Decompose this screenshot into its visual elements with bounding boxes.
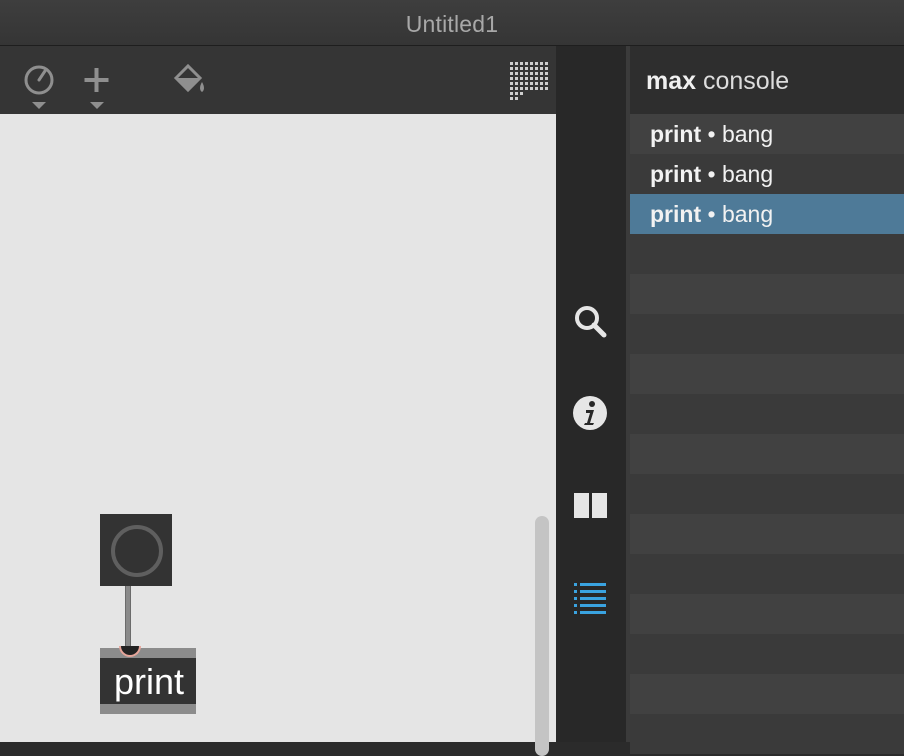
console-empty-row (630, 554, 904, 594)
window-title: Untitled1 (405, 11, 499, 37)
console-empty-row (630, 354, 904, 394)
add-object-icon[interactable] (80, 66, 114, 117)
title-bar: Untitled1 (0, 0, 904, 46)
bang-button-object[interactable] (100, 514, 172, 586)
message-source: print (650, 121, 702, 147)
split-view-icon[interactable] (571, 488, 611, 529)
patch-cord[interactable] (125, 586, 131, 648)
presentation-dial-icon[interactable] (20, 64, 58, 117)
console-empty-row (630, 594, 904, 634)
patcher-canvas[interactable]: print (0, 114, 556, 756)
console-list-icon[interactable] (571, 580, 611, 621)
grid-icon[interactable] (510, 62, 550, 107)
console-empty-row (630, 634, 904, 674)
console-empty-row (630, 674, 904, 714)
console-empty-row (630, 474, 904, 514)
console-empty-row (630, 514, 904, 554)
vertical-scrollbar[interactable] (535, 516, 549, 756)
console-empty-row (630, 394, 904, 434)
object-inlet-bar (100, 648, 196, 658)
print-object[interactable]: print (100, 646, 196, 714)
message-separator: • (701, 121, 722, 147)
object-label: print (114, 661, 185, 702)
message-text: bang (721, 121, 774, 147)
right-sidebar-toolbar (556, 46, 626, 742)
console-message-row[interactable]: print • bang (630, 114, 904, 154)
message-text: bang (721, 161, 774, 187)
console-title-rest: console (696, 67, 790, 95)
paint-bucket-icon[interactable] (172, 63, 208, 103)
message-separator: • (701, 161, 722, 187)
console-message-list[interactable]: print • bang print • bang print • bang (630, 114, 904, 754)
message-separator: • (701, 201, 722, 227)
console-empty-row (630, 714, 904, 754)
message-source: print (650, 161, 702, 187)
object-outlet-bar (100, 704, 196, 714)
console-title-bold: max (646, 67, 697, 95)
search-icon[interactable] (571, 302, 611, 347)
message-text: bang (721, 201, 774, 227)
info-icon[interactable] (571, 394, 611, 439)
console-title: max console (646, 67, 789, 96)
console-empty-row (630, 274, 904, 314)
console-empty-row (630, 234, 904, 274)
console-empty-row (630, 314, 904, 354)
message-source: print (650, 201, 702, 227)
bang-circle-icon (111, 525, 163, 577)
console-message-row[interactable]: print • bang (630, 154, 904, 194)
max-console-panel: max console print • bang print • bang pr… (630, 46, 904, 754)
patcher-toolbar (0, 46, 556, 114)
console-message-row-selected[interactable]: print • bang (630, 194, 904, 234)
console-header: max console (630, 46, 904, 114)
console-empty-row (630, 434, 904, 474)
